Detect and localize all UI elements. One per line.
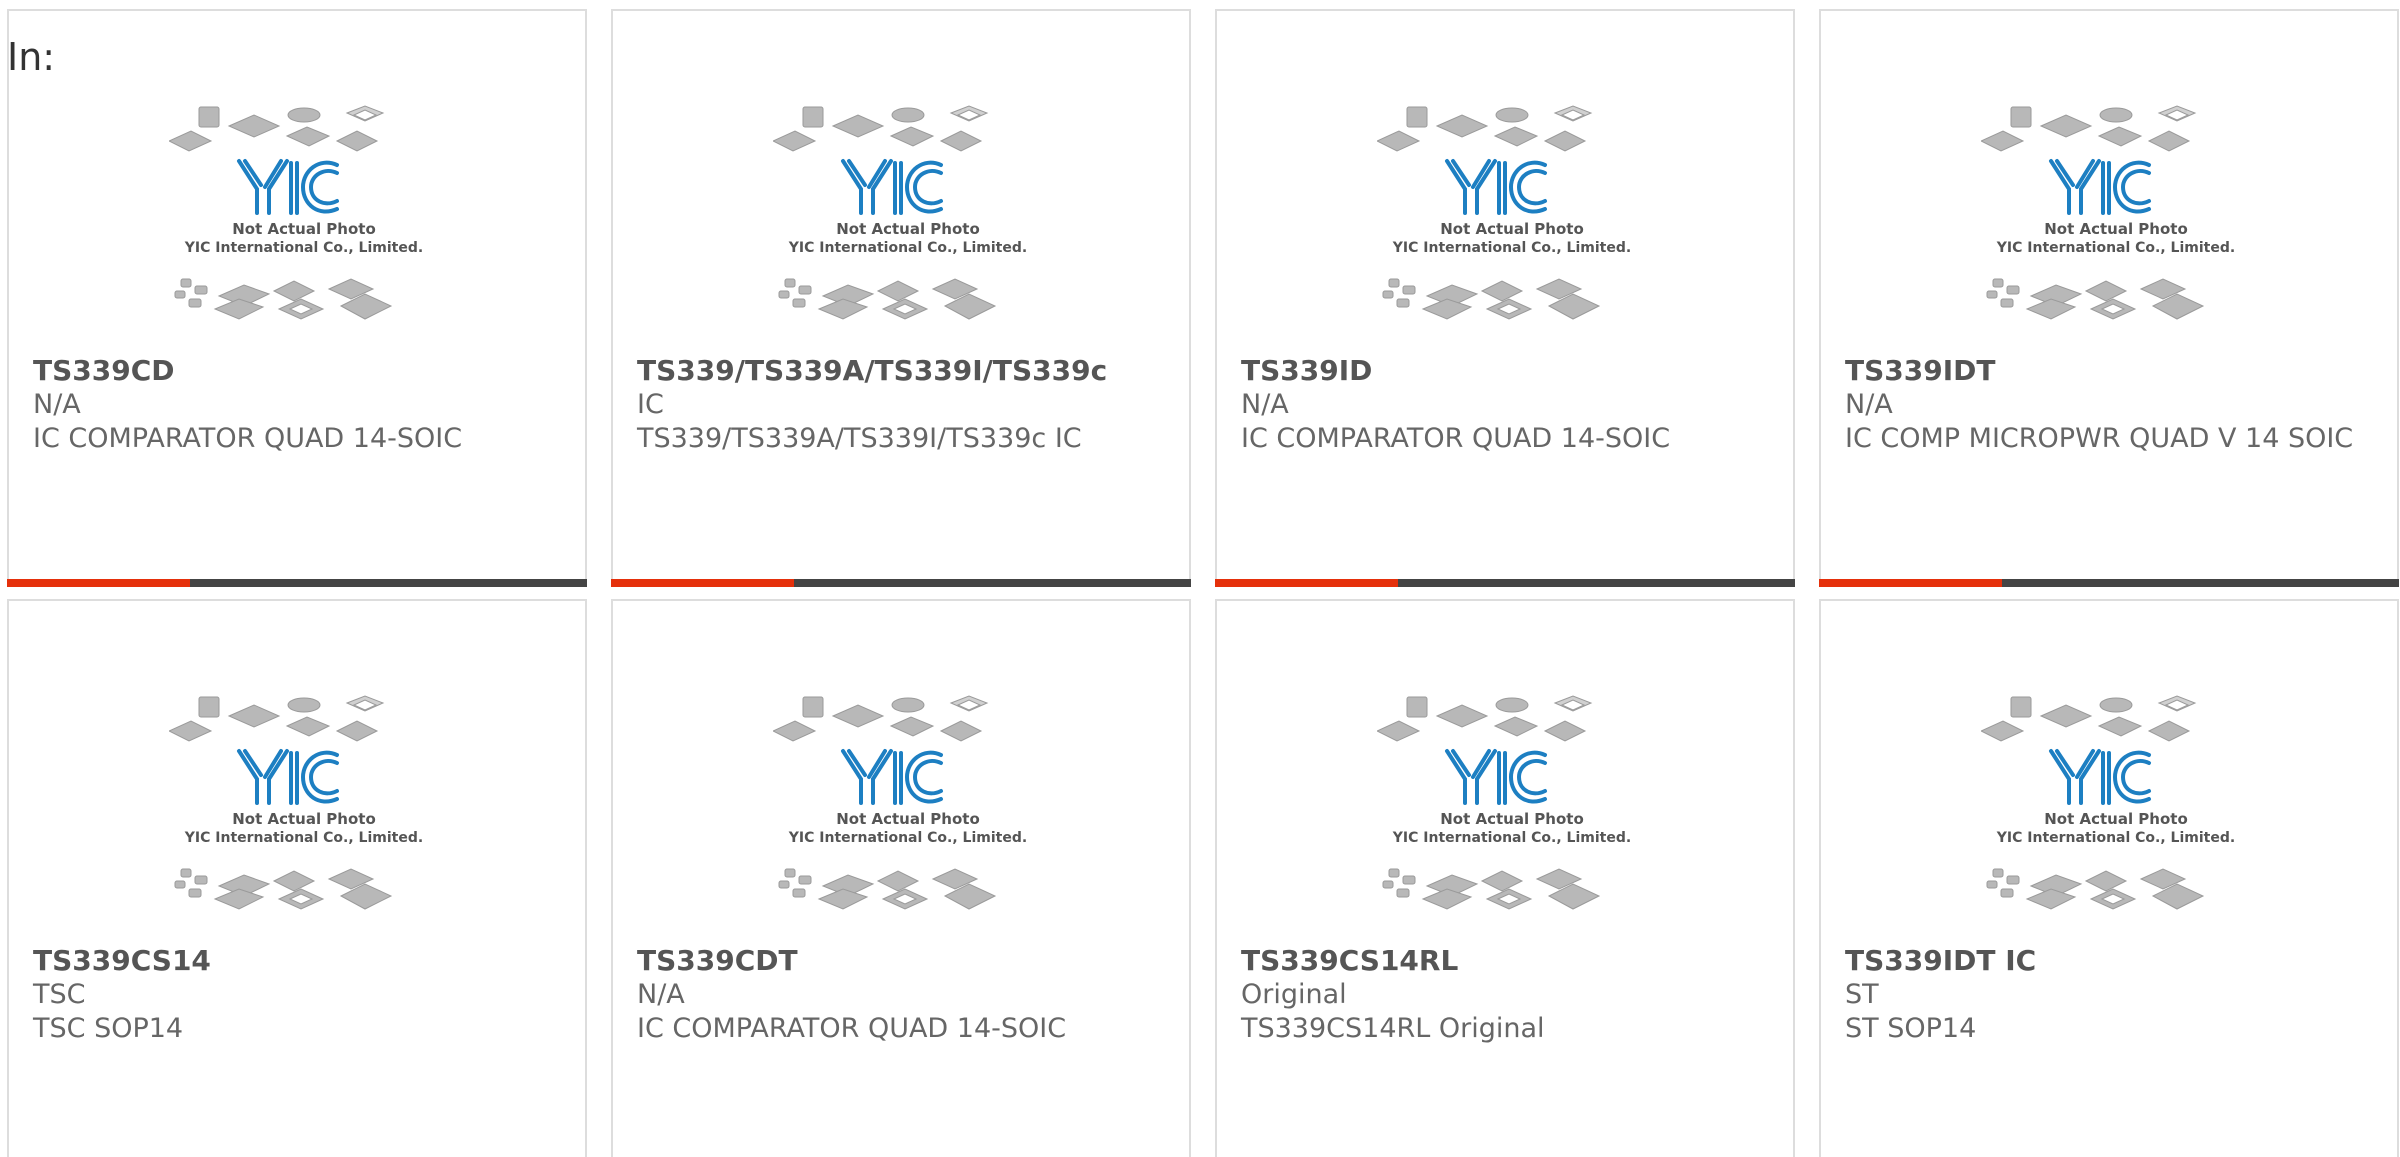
description-text: TSC SOP14 — [33, 1013, 184, 1044]
not-actual-photo-text: Not Actual Photo — [836, 220, 980, 238]
product-placeholder-image[interactable]: Not Actual Photo YIC International Co., … — [773, 691, 1043, 941]
card-accent-bar — [1819, 579, 2002, 587]
company-name-text: YIC International Co., Limited. — [1392, 830, 1631, 846]
manufacturer-text: N/A — [1845, 389, 1893, 420]
company-name-text: YIC International Co., Limited. — [184, 240, 423, 256]
product-card[interactable]: Not Actual Photo YIC International Co., … — [611, 9, 1191, 587]
product-card[interactable]: Not Actual Photo YIC International Co., … — [1819, 9, 2399, 587]
description-text: TS339CS14RL Original — [1241, 1013, 1545, 1044]
product-info: TS339IDT IC ST ST SOP14 — [1845, 944, 2373, 1046]
product-info: TS339/TS339A/TS339I/TS339c IC TS339/TS339A… — [637, 354, 1165, 456]
not-actual-photo-text: Not Actual Photo — [1440, 810, 1584, 828]
manufacturer-text: N/A — [33, 389, 81, 420]
product-info: TS339IDT N/A IC COMP MICROPWR QUAD V 14 SO… — [1845, 354, 2373, 456]
product-placeholder-image[interactable]: Not Actual Photo YIC International Co., … — [773, 101, 1043, 351]
card-bottom-bar — [611, 579, 1191, 587]
product-placeholder-image[interactable]: Not Actual Photo YIC International Co., … — [1377, 101, 1647, 351]
product-card[interactable]: Not Actual Photo YIC International Co., … — [1215, 599, 1795, 1157]
product-info: TS339ID N/A IC COMPARATOR QUAD 14-SOIC — [1241, 354, 1769, 456]
product-card[interactable]: Not Actual Photo YIC International Co., … — [1215, 9, 1795, 587]
product-placeholder-image[interactable]: Not Actual Photo YIC International Co., … — [1981, 691, 2251, 941]
manufacturer-text: IC — [637, 389, 664, 420]
not-actual-photo-text: Not Actual Photo — [232, 810, 376, 828]
not-actual-photo-text: Not Actual Photo — [2044, 220, 2188, 238]
manufacturer-text: N/A — [637, 979, 685, 1010]
manufacturer-text: N/A — [1241, 389, 1289, 420]
not-actual-photo-text: Not Actual Photo — [1440, 220, 1584, 238]
part-number-link[interactable]: TS339CDT — [637, 944, 1165, 978]
description-text: IC COMP MICROPWR QUAD V 14 SOIC — [1845, 423, 2354, 454]
company-name-text: YIC International Co., Limited. — [788, 830, 1027, 846]
product-placeholder-image[interactable]: Not Actual Photo YIC International Co., … — [169, 101, 439, 351]
description-text: IC COMPARATOR QUAD 14-SOIC — [637, 1013, 1067, 1044]
card-accent-bar — [1215, 579, 1398, 587]
manufacturer-text: ST — [1845, 979, 1879, 1010]
product-info: TS339CS14 TSC TSC SOP14 — [33, 944, 561, 1046]
part-number-link[interactable]: TS339IDT — [1845, 354, 2373, 388]
description-text: TS339/TS339A/TS339I/TS339c IC — [637, 423, 1082, 454]
company-name-text: YIC International Co., Limited. — [1996, 830, 2235, 846]
product-info: TS339CS14RL Original TS339CS14RL Original — [1241, 944, 1769, 1046]
manufacturer-text: TSC — [33, 979, 86, 1010]
part-number-link[interactable]: TS339CD — [33, 354, 561, 388]
card-bottom-bar — [1215, 579, 1795, 587]
product-card[interactable]: Not Actual Photo YIC International Co., … — [7, 9, 587, 587]
product-card[interactable]: Not Actual Photo YIC International Co., … — [611, 599, 1191, 1157]
not-actual-photo-text: Not Actual Photo — [2044, 810, 2188, 828]
card-accent-bar — [611, 579, 794, 587]
part-number-link[interactable]: TS339IDT IC — [1845, 944, 2373, 978]
product-placeholder-image[interactable]: Not Actual Photo YIC International Co., … — [169, 691, 439, 941]
card-bottom-bar — [1819, 579, 2399, 587]
filter-label: In: — [7, 35, 56, 79]
product-info: TS339CD N/A IC COMPARATOR QUAD 14-SOIC — [33, 354, 561, 456]
product-card[interactable]: Not Actual Photo YIC International Co., … — [7, 599, 587, 1157]
not-actual-photo-text: Not Actual Photo — [836, 810, 980, 828]
description-text: IC COMPARATOR QUAD 14-SOIC — [1241, 423, 1671, 454]
company-name-text: YIC International Co., Limited. — [788, 240, 1027, 256]
part-number-link[interactable]: TS339ID — [1241, 354, 1769, 388]
card-accent-bar — [7, 579, 190, 587]
manufacturer-text: Original — [1241, 979, 1347, 1010]
card-bottom-bar — [7, 579, 587, 587]
part-number-link[interactable]: TS339/TS339A/TS339I/TS339c — [637, 354, 1165, 388]
company-name-text: YIC International Co., Limited. — [184, 830, 423, 846]
description-text: IC COMPARATOR QUAD 14-SOIC — [33, 423, 463, 454]
part-number-link[interactable]: TS339CS14RL — [1241, 944, 1769, 978]
part-number-link[interactable]: TS339CS14 — [33, 944, 561, 978]
description-text: ST SOP14 — [1845, 1013, 1977, 1044]
product-placeholder-image[interactable]: Not Actual Photo YIC International Co., … — [1377, 691, 1647, 941]
company-name-text: YIC International Co., Limited. — [1996, 240, 2235, 256]
product-card[interactable]: Not Actual Photo YIC International Co., … — [1819, 599, 2399, 1157]
company-name-text: YIC International Co., Limited. — [1392, 240, 1631, 256]
product-info: TS339CDT N/A IC COMPARATOR QUAD 14-SOIC — [637, 944, 1165, 1046]
product-placeholder-image[interactable]: Not Actual Photo YIC International Co., … — [1981, 101, 2251, 351]
product-grid-page: In: Not Actual Photo YIC International C… — [0, 0, 2400, 1157]
not-actual-photo-text: Not Actual Photo — [232, 220, 376, 238]
